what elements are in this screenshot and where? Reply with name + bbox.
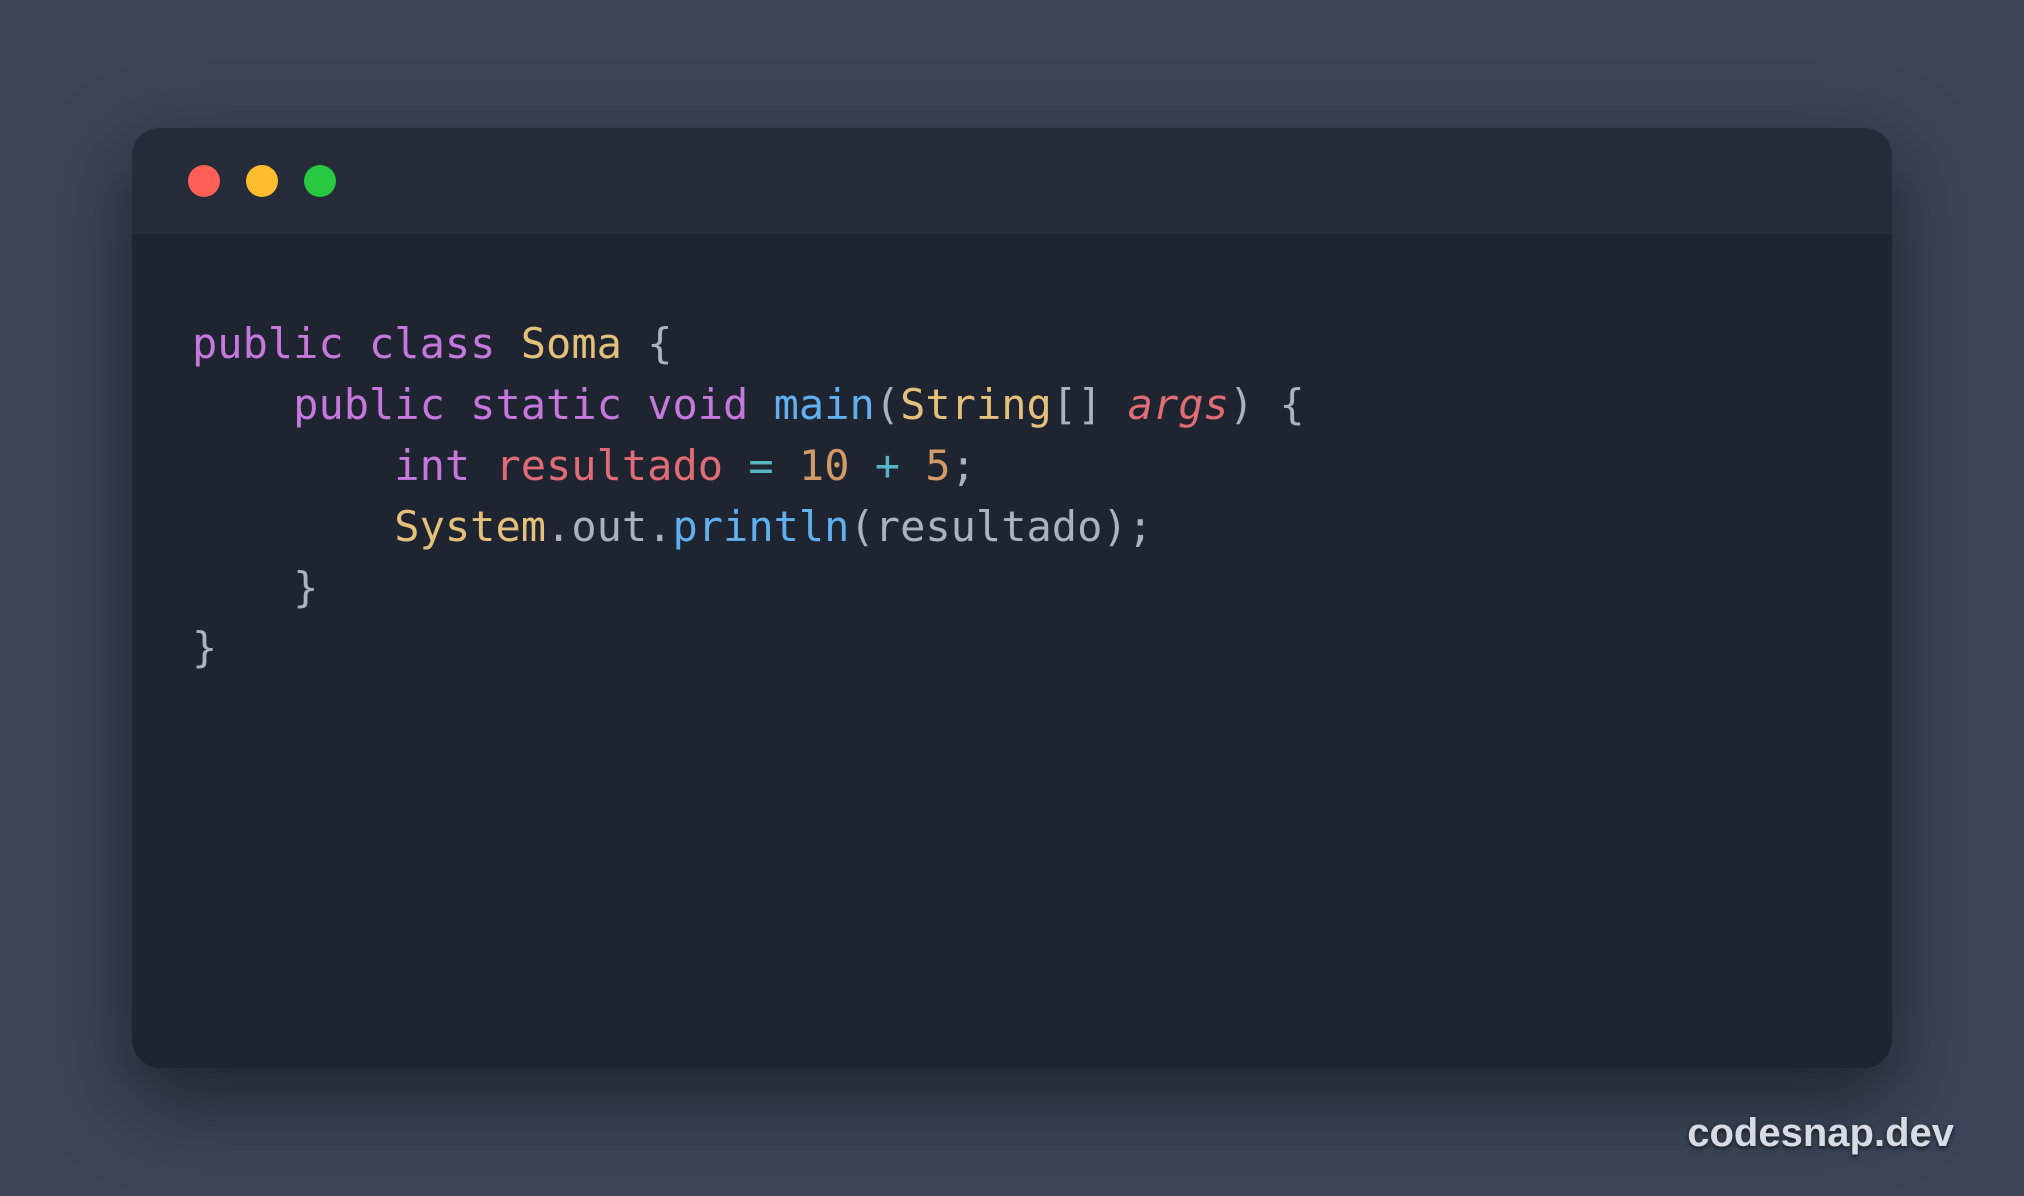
code-token-punct: }: [293, 563, 318, 612]
code-token-punct: [723, 441, 748, 490]
code-token-var: resultado: [495, 441, 723, 490]
code-token-punct: ): [1229, 380, 1254, 429]
code-token-op: =: [748, 441, 773, 490]
code-token-punct: }: [192, 623, 217, 672]
window-titlebar: [132, 128, 1892, 234]
code-token-punct: .: [546, 502, 571, 551]
minimize-icon[interactable]: [246, 165, 278, 197]
code-token-punct: ;: [951, 441, 976, 490]
code-token-param: args: [1128, 380, 1229, 429]
code-token-method: println: [672, 502, 849, 551]
code-token-punct: [192, 441, 394, 490]
code-token-punct: [748, 380, 773, 429]
close-icon[interactable]: [188, 165, 220, 197]
code-token-type: System: [394, 502, 546, 551]
code-token-keyword: int: [394, 441, 470, 490]
code-token-keyword: void: [647, 380, 748, 429]
code-token-number: 10: [799, 441, 850, 490]
code-token-punct: [622, 380, 647, 429]
code-token-keyword: static: [470, 380, 622, 429]
code-token-type: String: [900, 380, 1052, 429]
code-token-number: 5: [925, 441, 950, 490]
code-token-method: main: [774, 380, 875, 429]
code-token-punct: {: [647, 319, 672, 368]
code-token-punct: [495, 319, 520, 368]
code-token-punct: [774, 441, 799, 490]
code-token-punct: ): [1102, 502, 1127, 551]
code-token-punct: ;: [1128, 502, 1153, 551]
code-token-punct: (: [849, 502, 874, 551]
code-token-punct: [470, 441, 495, 490]
code-token-punct: [850, 441, 875, 490]
code-token-punct: [445, 380, 470, 429]
code-token-keyword: class: [369, 319, 495, 368]
code-token-punct: .: [647, 502, 672, 551]
code-token-punct: [622, 319, 647, 368]
code-token-punct: (: [875, 380, 900, 429]
code-block: public class Soma { public static void m…: [192, 314, 1832, 679]
code-token-punct: [192, 380, 293, 429]
code-token-punct: [192, 502, 394, 551]
code-token-ident: resultado: [875, 502, 1103, 551]
code-token-ident: out: [571, 502, 647, 551]
code-token-punct: [192, 563, 293, 612]
code-token-punct: [900, 441, 925, 490]
code-token-punct: [344, 319, 369, 368]
code-token-punct: []: [1052, 380, 1128, 429]
code-token-class: Soma: [521, 319, 622, 368]
code-token-punct: [1254, 380, 1279, 429]
code-area: public class Soma { public static void m…: [132, 234, 1892, 739]
code-token-keyword: public: [192, 319, 344, 368]
zoom-icon[interactable]: [304, 165, 336, 197]
watermark-label: codesnap.dev: [1687, 1111, 1954, 1156]
code-token-punct: {: [1279, 380, 1304, 429]
code-token-op: +: [875, 441, 900, 490]
code-token-keyword: public: [293, 380, 445, 429]
code-window: public class Soma { public static void m…: [132, 128, 1892, 1068]
